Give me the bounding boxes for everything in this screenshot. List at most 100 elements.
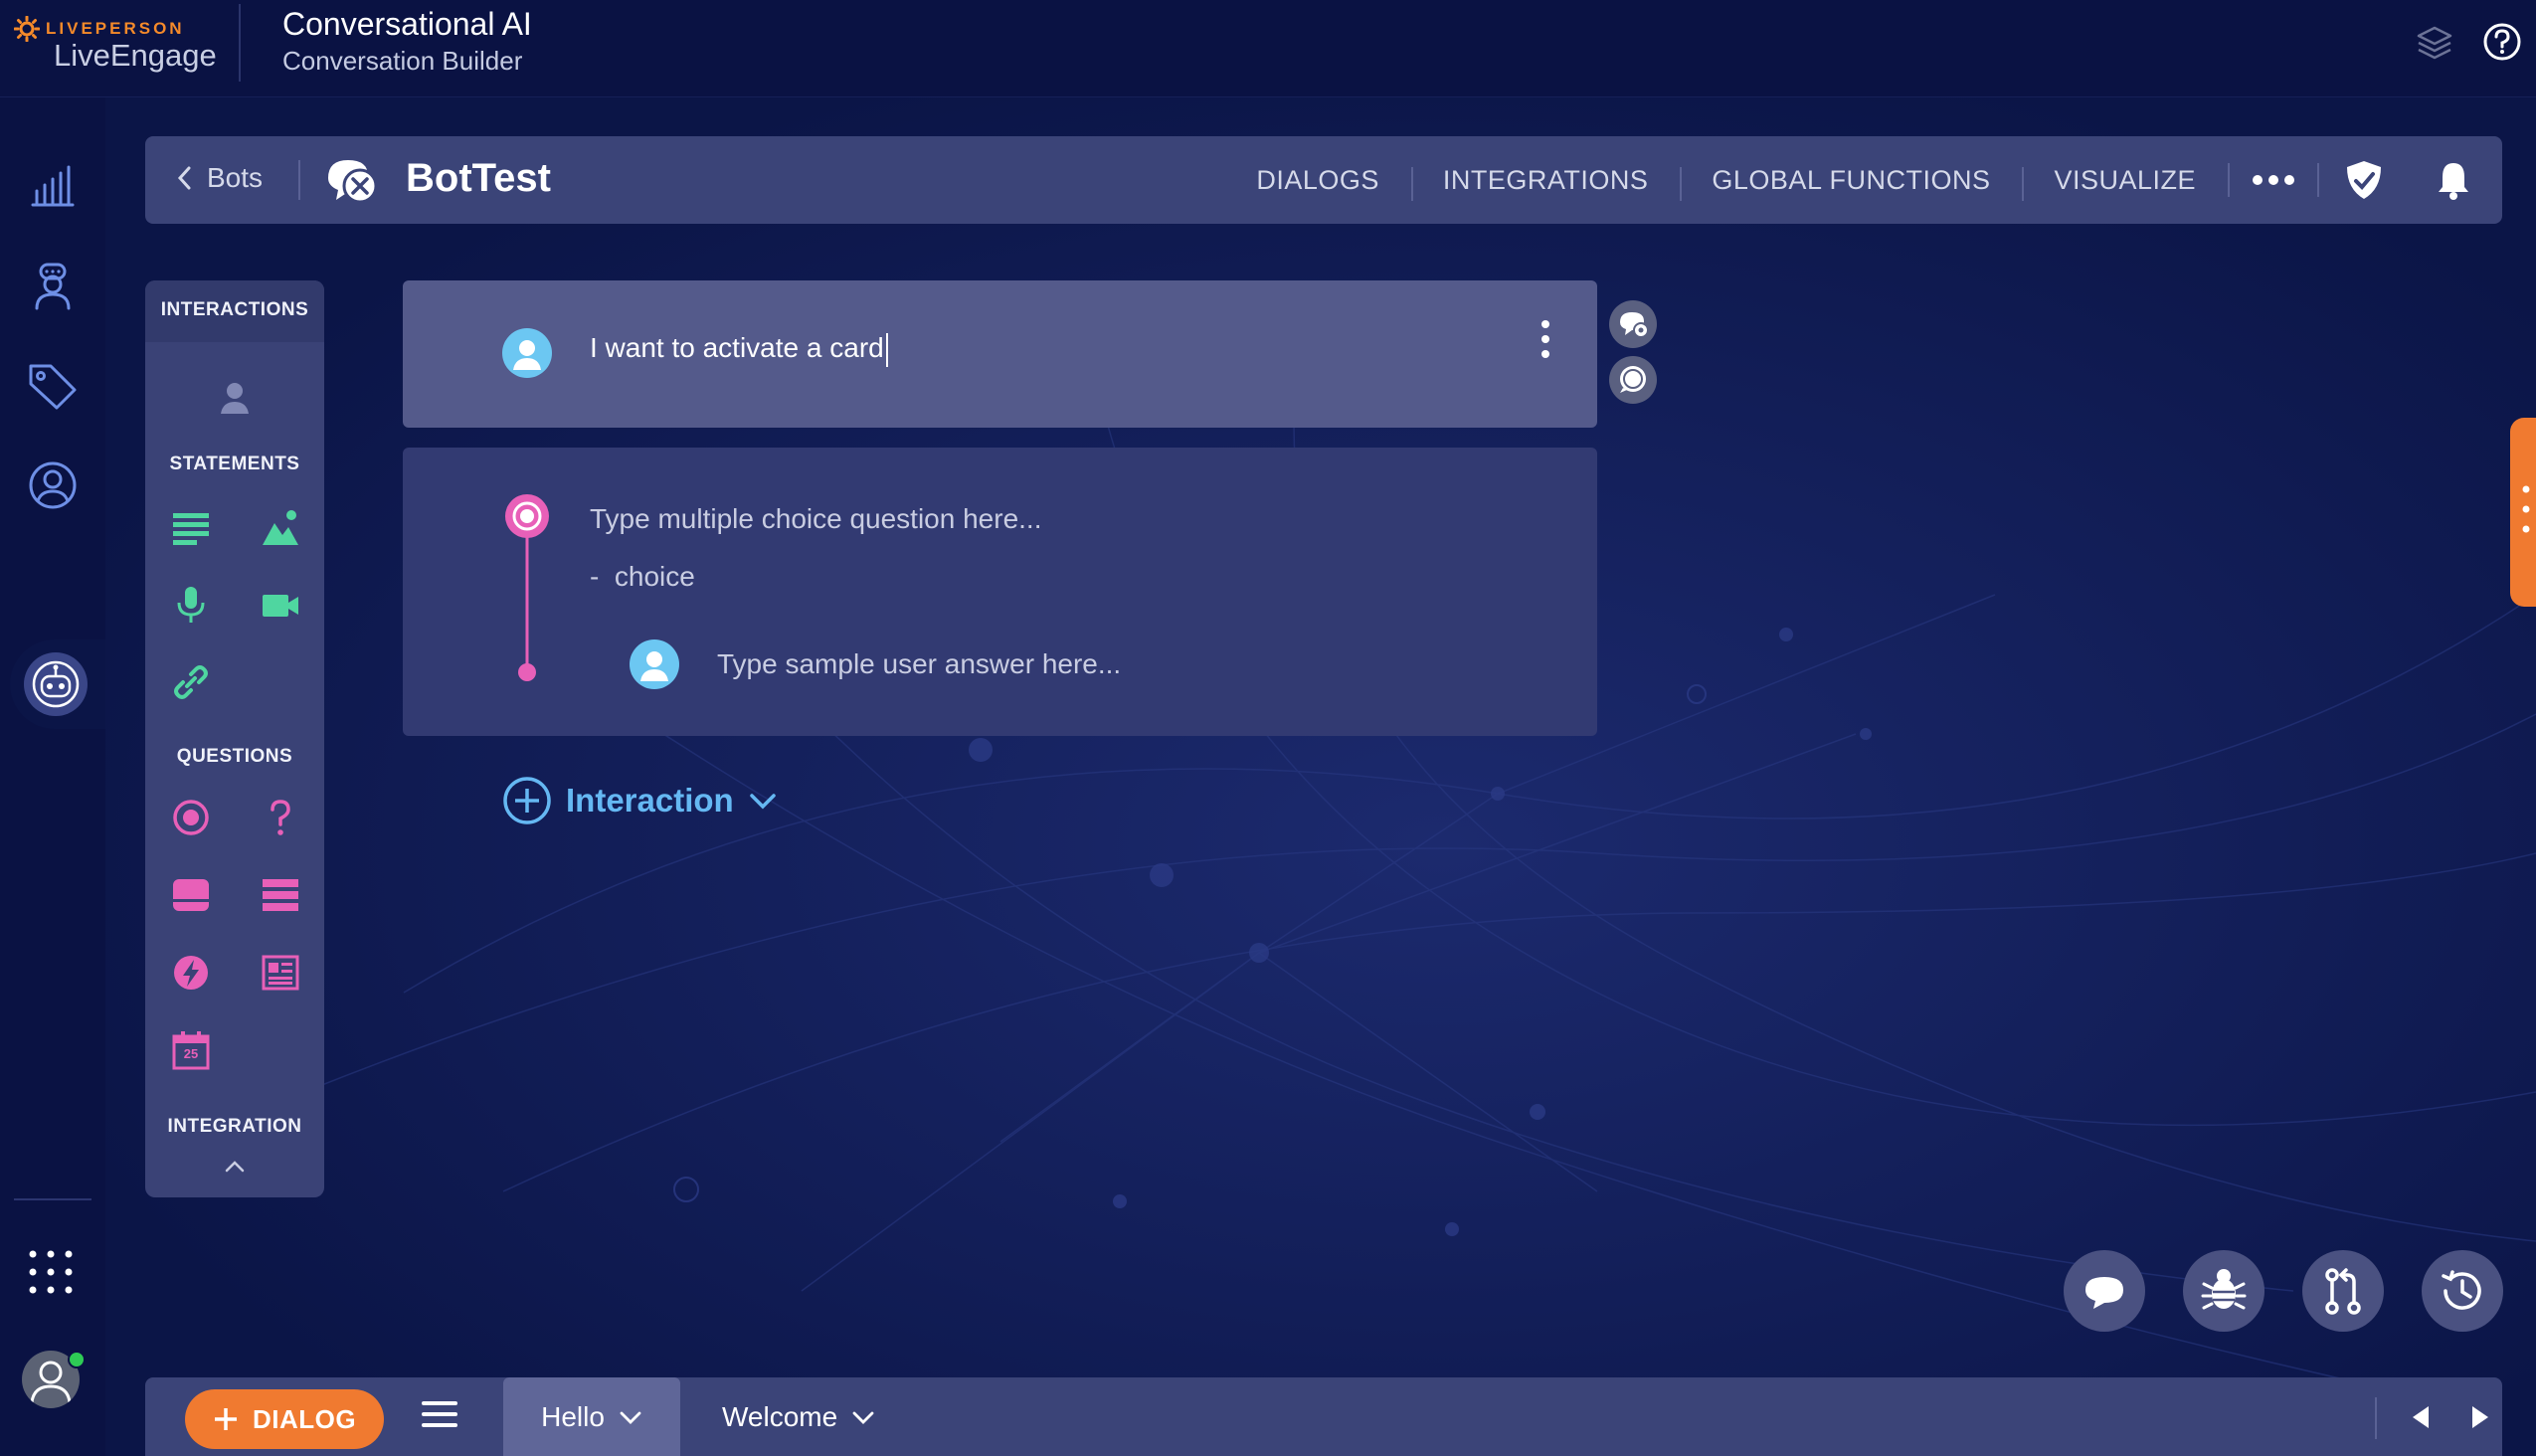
bot-tools-icon (328, 160, 378, 204)
bottombar-divider (2375, 1397, 2377, 1439)
scroll-right-arrow-icon[interactable] (2466, 1403, 2494, 1431)
back-to-bots-link[interactable]: Bots (175, 162, 263, 194)
nav-dialogs[interactable]: DIALOGS (1224, 165, 1411, 196)
add-dialog-button[interactable]: DIALOG (185, 1389, 384, 1449)
audio-statement-icon[interactable] (169, 583, 213, 627)
chevron-up-icon[interactable] (221, 1156, 249, 1178)
section-integration: INTEGRATION (167, 1116, 302, 1137)
tag-icon[interactable] (25, 358, 81, 414)
add-dialog-label: DIALOG (252, 1403, 357, 1434)
bot-name: BotTest (406, 156, 551, 200)
dialog-tab-welcome[interactable]: Welcome (722, 1377, 875, 1456)
bot-icon[interactable] (30, 658, 82, 710)
liveperson-logo: LIVEPERSON LiveEngage (14, 16, 223, 76)
kebab-menu-icon[interactable] (1539, 316, 1552, 362)
question-timeline (505, 494, 549, 681)
nav-divider (2228, 163, 2230, 197)
nav-global-functions[interactable]: GLOBAL FUNCTIONS (1680, 165, 2022, 201)
dialog-tab-hello[interactable]: Hello (503, 1377, 680, 1456)
bot-nav-bar: Bots BotTest DIALOGS INTEGRATIONS GLOBAL… (145, 136, 2502, 224)
bot-settings-button[interactable] (1609, 300, 1657, 348)
chat-bubble-icon (1620, 366, 1646, 393)
statement-input[interactable]: I want to activate a card (590, 332, 888, 367)
calendar-question-icon[interactable]: 25 (169, 1028, 213, 1072)
structured-question-icon[interactable] (259, 951, 302, 995)
text-question-icon[interactable] (259, 796, 302, 839)
app-title: Conversational AI (282, 6, 532, 42)
brand-bottom-text: LiveEngage (54, 38, 217, 73)
user-answer-avatar-icon (630, 639, 679, 689)
nav-visualize[interactable]: VISUALIZE (2022, 165, 2228, 201)
plus-circle-icon (503, 777, 551, 824)
left-nav-rail (0, 97, 113, 1456)
bot-response-button[interactable] (1609, 356, 1657, 404)
more-icon[interactable] (2250, 157, 2297, 203)
liveperson-sun-icon (14, 16, 40, 42)
shield-icon[interactable] (2341, 157, 2387, 203)
botbar-divider (298, 160, 300, 200)
scroll-left-arrow-icon[interactable] (2407, 1403, 2435, 1431)
history-button[interactable] (2422, 1250, 2503, 1332)
user-answer-input[interactable]: Type sample user answer here... (717, 648, 1121, 680)
bug-icon (2201, 1269, 2247, 1310)
interactions-palette: INTERACTIONS STATEMENTS QUESTIONS 25 INT… (145, 280, 324, 1197)
multiple-choice-question-icon[interactable] (169, 796, 213, 839)
header-divider (239, 4, 241, 82)
add-interaction-label: Interaction (566, 782, 734, 819)
user-statement-icon[interactable] (213, 376, 257, 420)
bot-nav-links: DIALOGS INTEGRATIONS GLOBAL FUNCTIONS VI… (1224, 136, 2502, 224)
help-icon[interactable] (2480, 20, 2524, 64)
top-header: LIVEPERSON LiveEngage Conversational AI … (0, 0, 2536, 97)
apps-grid-icon[interactable] (26, 1247, 76, 1297)
user-statement-card[interactable]: I want to activate a card (403, 280, 1597, 428)
nav-divider (2317, 163, 2319, 197)
add-interaction-button[interactable]: Interaction (502, 776, 778, 825)
dialog-tab-label: Welcome (722, 1400, 838, 1432)
side-panel-toggle[interactable] (2510, 418, 2536, 607)
multiple-choice-card[interactable]: Type multiple choice question here... - … (403, 448, 1597, 736)
section-statements: STATEMENTS (169, 454, 300, 474)
app-subtitle: Conversation Builder (282, 46, 523, 76)
layers-icon[interactable] (2413, 22, 2456, 66)
calendar-day: 25 (183, 1046, 199, 1061)
chevron-left-icon (177, 166, 191, 190)
choice-label: choice (614, 561, 695, 592)
video-statement-icon[interactable] (259, 583, 302, 627)
preview-chat-button[interactable] (2064, 1250, 2145, 1332)
rail-active-item[interactable] (10, 639, 113, 729)
dialog-tabs-bar: DIALOG Hello Welcome (145, 1377, 2502, 1456)
vertical-dots-icon (2522, 485, 2530, 533)
dynamic-question-icon[interactable] (169, 951, 213, 995)
text-statement-icon[interactable] (169, 505, 213, 549)
bell-icon[interactable] (2431, 157, 2476, 203)
button-question-icon[interactable] (169, 873, 213, 917)
chevron-down-icon (749, 794, 776, 810)
chevron-down-icon (852, 1411, 874, 1424)
nav-integrations[interactable]: INTEGRATIONS (1410, 165, 1681, 201)
agent-icon[interactable] (25, 259, 81, 314)
chat-icon (2085, 1277, 2123, 1309)
online-status-dot (68, 1351, 86, 1368)
quick-reply-question-icon[interactable] (259, 873, 302, 917)
question-input[interactable]: Type multiple choice question here... (590, 503, 1041, 535)
debugger-button[interactable] (2183, 1250, 2264, 1332)
plus-icon (214, 1408, 237, 1430)
dialog-list-menu-icon[interactable] (420, 1397, 459, 1431)
chat-gear-icon (1620, 312, 1649, 338)
user-icon[interactable] (25, 457, 81, 513)
palette-header: INTERACTIONS (145, 280, 324, 342)
history-icon (2442, 1270, 2481, 1310)
analytics-icon[interactable] (25, 157, 81, 213)
link-statement-icon[interactable] (169, 660, 213, 704)
chevron-down-icon (620, 1411, 641, 1424)
git-pull-request-icon (2325, 1268, 2361, 1315)
choice-item[interactable]: - choice (590, 561, 695, 593)
version-control-button[interactable] (2302, 1250, 2384, 1332)
rail-divider (14, 1198, 91, 1200)
section-questions: QUESTIONS (176, 746, 293, 767)
brand-top-text: LIVEPERSON (46, 19, 185, 38)
choice-prefix: - (590, 561, 600, 592)
image-statement-icon[interactable] (259, 505, 302, 549)
user-avatar-icon (502, 328, 552, 378)
back-label: Bots (207, 162, 264, 193)
